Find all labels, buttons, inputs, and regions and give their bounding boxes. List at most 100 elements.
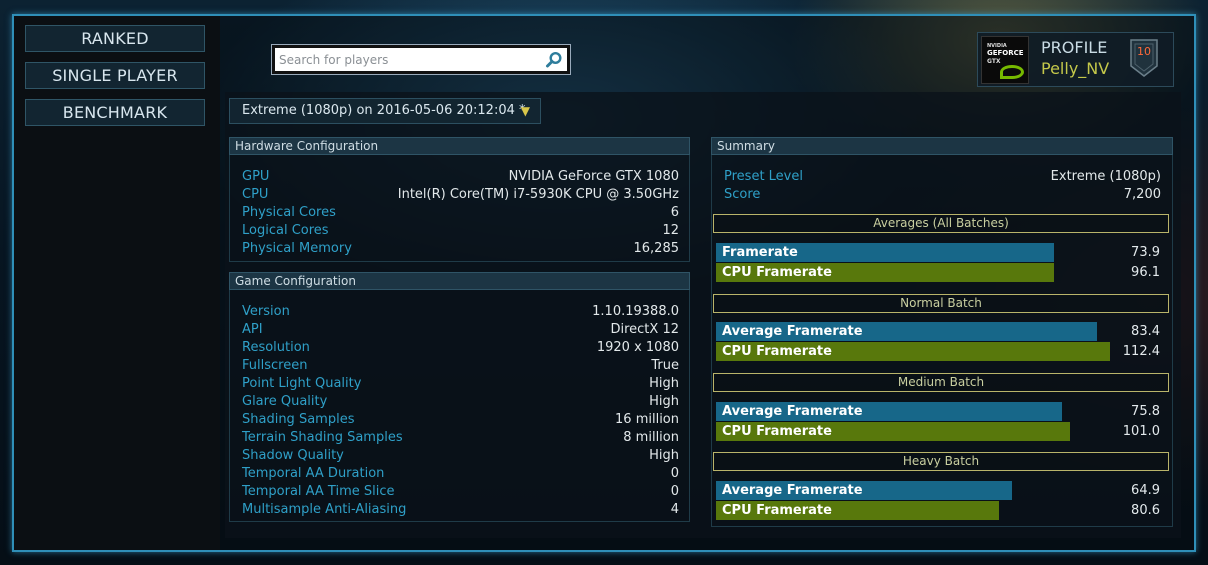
row-label: Version (242, 304, 290, 319)
search-icon[interactable] (545, 51, 563, 69)
row-label: Logical Cores (242, 223, 329, 238)
game-config-header: Game Configuration (229, 272, 690, 290)
row-value: Extreme (1080p) (1050, 169, 1161, 184)
cpu-framerate-bar: CPU Framerate (716, 263, 1054, 282)
bar-value: 101.0 (1122, 424, 1160, 439)
row-value: 1920 x 1080 (596, 340, 679, 355)
row-label: Shadow Quality (242, 448, 344, 463)
average-framerate-bar: Average Framerate (716, 481, 1012, 500)
nav-benchmark-button[interactable]: BENCHMARK (25, 99, 205, 126)
bar-row-medium-average-framerate: Average Framerate 75.8 (716, 402, 1166, 421)
logo-text-series: GTX (987, 58, 1001, 65)
row-label: Fullscreen (242, 358, 308, 373)
summary-panel: Preset Level Extreme (1080p) Score 7,200 (711, 155, 1173, 527)
game-row-multisample-anti-aliasing: Multisample Anti-Aliasing 4 (242, 501, 679, 519)
row-label: Temporal AA Duration (242, 466, 385, 481)
row-label: Temporal AA Time Slice (242, 484, 395, 499)
game-row-glare-quality: Glare Quality High (242, 393, 679, 411)
row-label: GPU (242, 169, 270, 184)
game-row-shading-samples: Shading Samples 16 million (242, 411, 679, 429)
hardware-row-gpu: GPU NVIDIA GeForce GTX 1080 (242, 168, 679, 186)
row-label: Multisample Anti-Aliasing (242, 502, 407, 517)
benchmark-run-value: Extreme (1080p) on 2016-05-06 20:12:04 * (242, 103, 526, 118)
nav-single-player-button[interactable]: SINGLE PLAYER (25, 62, 205, 89)
row-value: 0 (670, 466, 679, 481)
rank-number: 10 (1137, 45, 1151, 58)
hardware-row-physical-cores: Physical Cores 6 (242, 204, 679, 222)
row-value: True (651, 358, 679, 373)
row-value: DirectX 12 (610, 322, 679, 337)
game-row-temporal-aa-duration: Temporal AA Duration 0 (242, 465, 679, 483)
row-label: Preset Level (724, 169, 803, 184)
geforce-gtx-logo: NVIDIA GEFORCE GTX (981, 36, 1029, 84)
bar-value: 83.4 (1131, 324, 1160, 339)
row-value: 6 (670, 205, 679, 220)
nvidia-eye-icon (1000, 65, 1024, 79)
profile-card[interactable]: NVIDIA GEFORCE GTX PROFILE Pelly_NV 10 (977, 32, 1174, 87)
bar-value: 112.4 (1122, 344, 1160, 359)
batch-header-medium: Medium Batch (713, 373, 1169, 392)
row-value: 7,200 (1123, 187, 1161, 202)
hardware-row-logical-cores: Logical Cores 12 (242, 222, 679, 240)
profile-username: Pelly_NV (1041, 59, 1110, 78)
bar-value: 64.9 (1131, 483, 1160, 498)
row-value: NVIDIA GeForce GTX 1080 (508, 169, 679, 184)
game-row-version: Version 1.10.19388.0 (242, 303, 679, 321)
average-framerate-bar: Average Framerate (716, 402, 1062, 421)
bar-row-normal-average-framerate: Average Framerate 83.4 (716, 322, 1166, 341)
batch-header-averages: Averages (All Batches) (713, 214, 1169, 233)
hardware-row-physical-memory: Physical Memory 16,285 (242, 240, 679, 258)
row-label: CPU (242, 187, 269, 202)
benchmark-run-select[interactable]: Extreme (1080p) on 2016-05-06 20:12:04 *… (229, 98, 541, 124)
row-label: Shading Samples (242, 412, 355, 427)
row-value: High (649, 448, 679, 463)
cpu-framerate-bar: CPU Framerate (716, 342, 1110, 361)
game-row-api: API DirectX 12 (242, 321, 679, 339)
row-label: Terrain Shading Samples (242, 430, 403, 445)
game-row-temporal-aa-time-slice: Temporal AA Time Slice 0 (242, 483, 679, 501)
cpu-framerate-bar: CPU Framerate (716, 501, 999, 520)
hardware-config-header: Hardware Configuration (229, 137, 690, 155)
bar-value: 80.6 (1131, 503, 1160, 518)
row-label: Glare Quality (242, 394, 328, 409)
row-value: 0 (670, 484, 679, 499)
nav-ranked-button[interactable]: RANKED (25, 25, 205, 52)
hardware-row-cpu: CPU Intel(R) Core(TM) i7-5930K CPU @ 3.5… (242, 186, 679, 204)
bar-row-heavy-average-framerate: Average Framerate 64.9 (716, 481, 1166, 500)
bar-value: 75.8 (1131, 404, 1160, 419)
profile-title: PROFILE (1041, 38, 1108, 57)
row-label: API (242, 322, 263, 337)
row-value: High (649, 376, 679, 391)
row-label: Score (724, 187, 761, 202)
batch-header-normal: Normal Batch (713, 294, 1169, 313)
bar-row-medium-cpu-framerate: CPU Framerate 101.0 (716, 422, 1166, 441)
bar-row-averages-cpu-framerate: CPU Framerate 96.1 (716, 263, 1166, 282)
bar-row-heavy-cpu-framerate: CPU Framerate 80.6 (716, 501, 1166, 520)
row-label: Point Light Quality (242, 376, 362, 391)
search-input[interactable] (279, 51, 541, 69)
player-search (271, 44, 571, 75)
cpu-framerate-bar: CPU Framerate (716, 422, 1070, 441)
row-value: High (649, 394, 679, 409)
summary-row-preset-level: Preset Level Extreme (1080p) (724, 168, 1161, 186)
logo-text-product: GEFORCE (987, 49, 1024, 57)
row-value: 16,285 (633, 241, 680, 256)
row-value: 8 million (623, 430, 679, 445)
hardware-config-panel: GPU NVIDIA GeForce GTX 1080 CPU Intel(R)… (229, 155, 690, 262)
game-config-panel: Version 1.10.19388.0 API DirectX 12 Reso… (229, 290, 690, 522)
row-value: 1.10.19388.0 (592, 304, 679, 319)
game-row-point-light-quality: Point Light Quality High (242, 375, 679, 393)
sidebar: RANKED SINGLE PLAYER BENCHMARK (14, 16, 220, 550)
row-label: Physical Memory (242, 241, 352, 256)
average-framerate-bar: Average Framerate (716, 322, 1097, 341)
bar-value: 73.9 (1131, 245, 1160, 260)
row-value: 4 (670, 502, 679, 517)
game-row-fullscreen: Fullscreen True (242, 357, 679, 375)
row-value: 12 (662, 223, 679, 238)
framerate-bar: Framerate (716, 243, 1054, 262)
batch-header-heavy: Heavy Batch (713, 452, 1169, 471)
summary-header: Summary (711, 137, 1173, 155)
row-value: 16 million (615, 412, 679, 427)
row-label: Physical Cores (242, 205, 336, 220)
bar-value: 96.1 (1131, 265, 1160, 280)
